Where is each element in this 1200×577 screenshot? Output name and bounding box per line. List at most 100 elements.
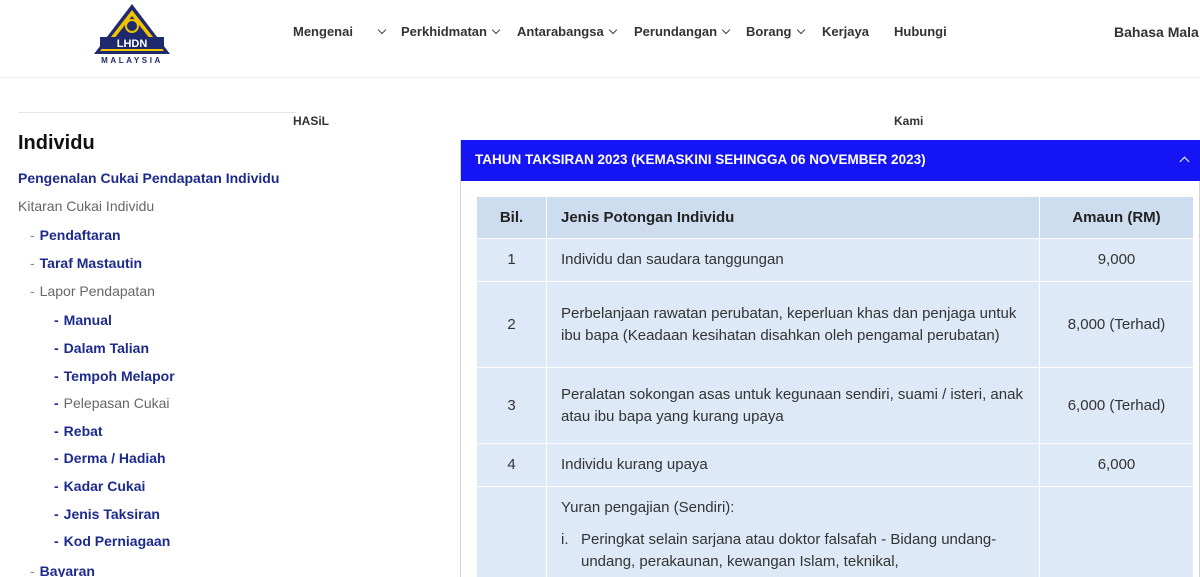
sidebar-item-label: Pengenalan Cukai Pendapatan Individu <box>18 170 280 186</box>
tree-dash: - <box>54 312 59 328</box>
sidebar-title: Individu <box>18 132 95 154</box>
site-header: LHDN MALAYSIA Mengenai Perkhidmatan Anta… <box>0 0 1200 78</box>
cell-amaun: 8,000 (Terhad) <box>1039 281 1194 368</box>
accordion-title: TAHUN TAKSIRAN 2023 (KEMASKINI SEHINGGA … <box>475 152 926 167</box>
nav-item-antarabangsa[interactable]: Antarabangsa <box>517 24 617 39</box>
sidebar-item-pelepasan-cukai[interactable]: - Pelepasan Cukai <box>54 395 170 411</box>
table-row: 3 Peralatan sokongan asas untuk kegunaan… <box>476 367 1194 444</box>
sidebar-item-derma-hadiah[interactable]: - Derma / Hadiah <box>54 450 166 466</box>
nav-item-label: Hubungi <box>894 24 947 39</box>
list-item-text: Peringkat selain sarjana atau doktor fal… <box>581 531 997 570</box>
sidebar-item-label: Pelepasan Cukai <box>63 395 170 411</box>
cell-bil: 4 <box>476 443 547 487</box>
language-label: Bahasa Mala <box>1114 24 1199 40</box>
sidebar-item-label: Derma / Hadiah <box>63 450 166 466</box>
list-item-number: i. <box>561 531 569 548</box>
sidebar-item-dalam-talian[interactable]: - Dalam Talian <box>54 340 149 356</box>
sidebar-item-manual[interactable]: - Manual <box>54 312 112 328</box>
sidebar-item-jenis-taksiran[interactable]: - Jenis Taksiran <box>54 506 160 522</box>
table-row: 4 Individu kurang upaya 6,000 <box>476 443 1194 487</box>
sidebar-item-label: Kadar Cukai <box>63 478 146 494</box>
nav-item-perundangan[interactable]: Perundangan <box>634 24 731 39</box>
nav-item-label: Perundangan <box>634 24 718 39</box>
cell-jenis: Individu dan saudara tanggungan <box>546 238 1040 282</box>
cell-amaun <box>1039 486 1194 577</box>
cell-bil: 1 <box>476 238 547 282</box>
sidebar-item-label: Kod Perniagaan <box>63 533 171 549</box>
nav-item-label: Borang <box>746 24 792 39</box>
tree-dash: - <box>54 450 59 466</box>
nav-item-mengenai-continuation[interactable]: HASiL <box>293 114 329 128</box>
nav-item-label: Mengenai <box>293 24 353 39</box>
sidebar-item-lapor-pendapatan[interactable]: - Lapor Pendapatan <box>30 283 155 299</box>
sidebar-item-tempoh-melapor[interactable]: - Tempoh Melapor <box>54 368 175 384</box>
nav-item-label: Kerjaya <box>822 24 869 39</box>
cell-bil <box>476 486 547 577</box>
sidebar-item-label: Taraf Mastautin <box>39 255 143 271</box>
cell-jenis: Peralatan sokongan asas untuk kegunaan s… <box>546 367 1040 444</box>
column-header-amaun: Amaun (RM) <box>1039 196 1194 239</box>
chevron-down-icon <box>721 25 731 35</box>
sidebar-item-label: Pendaftaran <box>39 227 121 243</box>
nav-item-hubungi-continuation[interactable]: Kami <box>894 114 923 128</box>
cell-amaun: 6,000 (Terhad) <box>1039 367 1194 444</box>
table-row: 2 Perbelanjaan rawatan perubatan, keperl… <box>476 281 1194 368</box>
list-item: i. Peringkat selain sarjana atau doktor … <box>561 529 1025 573</box>
sidebar-item-label: Bayaran <box>39 563 95 577</box>
nav-item-mengenai[interactable]: Mengenai <box>293 24 387 39</box>
nav-item-label: Perkhidmatan <box>401 24 487 39</box>
table-header-row: Bil. Jenis Potongan Individu Amaun (RM) <box>476 196 1194 239</box>
nav-item-kerjaya[interactable]: Kerjaya <box>822 24 869 39</box>
sidebar-item-rebat[interactable]: - Rebat <box>54 423 103 439</box>
chevron-down-icon <box>796 25 805 35</box>
tree-dash: - <box>54 395 59 411</box>
tree-dash: - <box>54 368 59 384</box>
sidebar-divider <box>18 112 296 113</box>
sidebar-item-label: Rebat <box>63 423 103 439</box>
cell-bil: 3 <box>476 367 547 444</box>
nav-item-perkhidmatan[interactable]: Perkhidmatan <box>401 24 501 39</box>
cell-jenis: Perbelanjaan rawatan perubatan, keperlua… <box>546 281 1040 368</box>
sidebar-item-label: Jenis Taksiran <box>63 506 160 522</box>
lhdn-logo[interactable]: LHDN MALAYSIA <box>90 2 174 68</box>
chevron-down-icon <box>491 25 501 35</box>
sidebar-item-kod-perniagaan[interactable]: - Kod Perniagaan <box>54 533 170 549</box>
sidebar-item-pengenalan[interactable]: Pengenalan Cukai Pendapatan Individu <box>18 170 279 186</box>
chevron-up-icon[interactable] <box>1179 156 1190 167</box>
sidebar-item-pendaftaran[interactable]: - Pendaftaran <box>30 227 121 243</box>
logo-triangle-icon: LHDN <box>94 4 170 54</box>
sidebar-item-label: Dalam Talian <box>63 340 149 356</box>
cell-amaun: 6,000 <box>1039 443 1194 487</box>
sidebar-item-kitaran[interactable]: Kitaran Cukai Individu <box>18 198 154 214</box>
language-switch[interactable]: Bahasa Mala <box>1114 24 1199 40</box>
sidebar-item-label: Kitaran Cukai Individu <box>18 198 155 214</box>
tree-dash: - <box>54 533 59 549</box>
nav-item-label: Antarabangsa <box>517 24 604 39</box>
sidebar-item-taraf-mastautin[interactable]: - Taraf Mastautin <box>30 255 142 271</box>
table-row: Yuran pengajian (Sendiri): i. Peringkat … <box>476 486 1194 577</box>
table-row: 1 Individu dan saudara tanggungan 9,000 <box>476 238 1194 282</box>
logo-wordmark: LHDN <box>117 38 148 50</box>
cell-jenis: Yuran pengajian (Sendiri): i. Peringkat … <box>546 486 1040 577</box>
cell-bil: 2 <box>476 281 547 368</box>
sidebar-item-label: Tempoh Melapor <box>63 368 175 384</box>
tree-dash: - <box>54 340 59 356</box>
relief-accordion: TAHUN TAKSIRAN 2023 (KEMASKINI SEHINGGA … <box>460 140 1200 577</box>
tree-dash: - <box>30 563 35 577</box>
nav-item-borang[interactable]: Borang <box>746 24 805 39</box>
tree-dash: - <box>30 283 35 299</box>
sidebar-item-bayaran[interactable]: - Bayaran <box>30 563 95 577</box>
column-header-jenis: Jenis Potongan Individu <box>546 196 1040 239</box>
sidebar-item-label: Manual <box>63 312 112 328</box>
tree-dash: - <box>54 423 59 439</box>
relief-table: Bil. Jenis Potongan Individu Amaun (RM) … <box>476 196 1194 577</box>
chevron-down-icon <box>608 25 617 35</box>
chevron-down-icon <box>377 25 387 35</box>
tree-dash: - <box>54 506 59 522</box>
nav-item-hubungi[interactable]: Hubungi <box>894 24 947 39</box>
sidebar-item-label: Lapor Pendapatan <box>39 283 155 299</box>
accordion-header[interactable]: TAHUN TAKSIRAN 2023 (KEMASKINI SEHINGGA … <box>461 140 1200 181</box>
cell-amaun: 9,000 <box>1039 238 1194 282</box>
column-header-bil: Bil. <box>476 196 547 239</box>
sidebar-item-kadar-cukai[interactable]: - Kadar Cukai <box>54 478 145 494</box>
